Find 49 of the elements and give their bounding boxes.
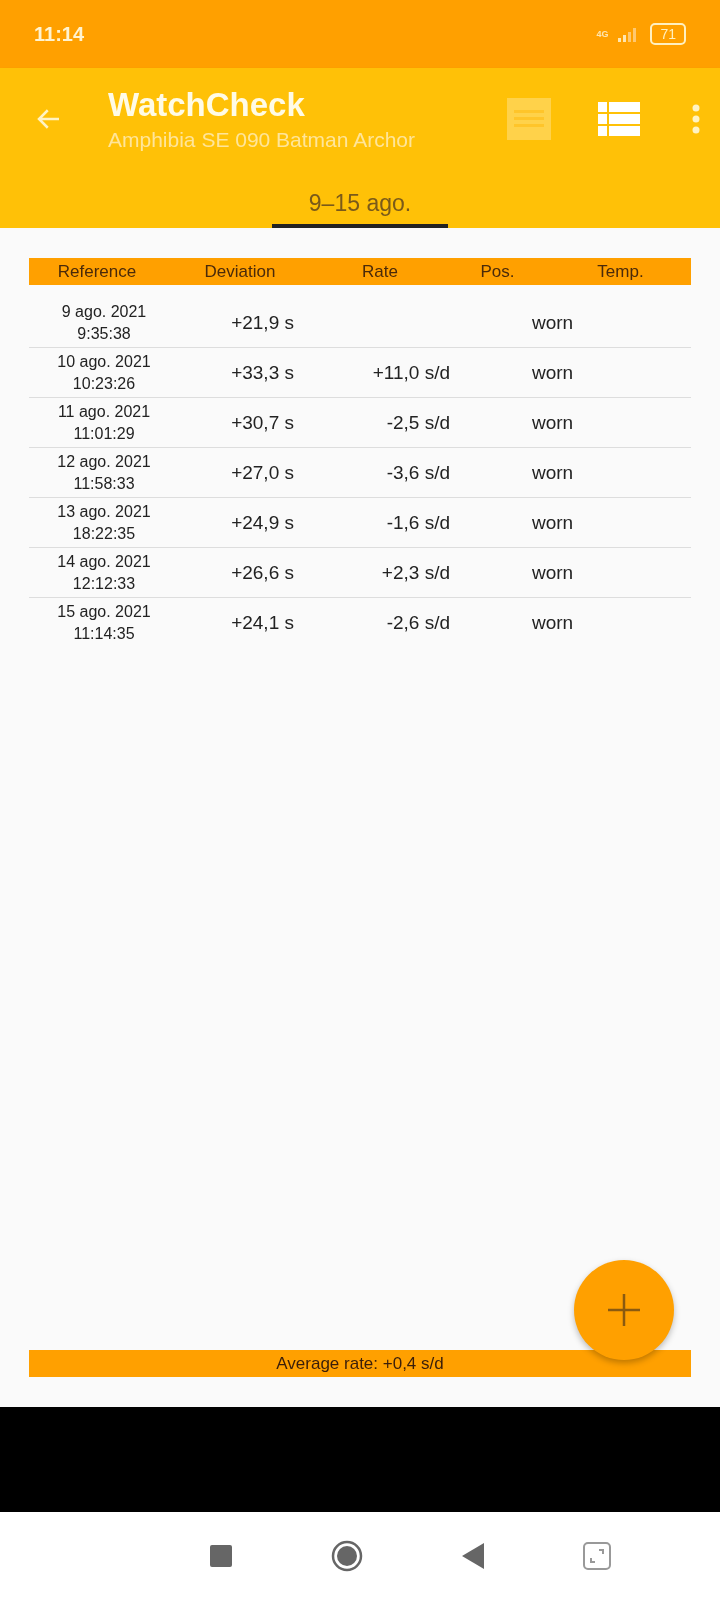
reference-cell-text: 15 ago. 2021 11:14:35 xyxy=(56,601,152,644)
table-view-button[interactable] xyxy=(598,102,640,136)
rate-cell-text: +11,0 s/d xyxy=(371,361,450,384)
status-time: 11:14 xyxy=(34,22,85,46)
network-label: 4G xyxy=(596,29,609,39)
deviation-cell-text: +33,3 s xyxy=(230,361,295,384)
deviation-cell-text: +27,0 s xyxy=(230,461,295,484)
more-button[interactable] xyxy=(692,104,700,134)
column-header: Deviation xyxy=(203,261,277,282)
rate-cell-text: -1,6 s/d xyxy=(385,511,450,534)
plus-icon xyxy=(607,1293,641,1327)
reference-cell-text: 10 ago. 2021 10:23:26 xyxy=(56,351,152,394)
battery-indicator: 71 xyxy=(650,23,686,45)
deviation-cell-text: +21,9 s xyxy=(230,311,295,334)
add-button[interactable] xyxy=(574,1260,674,1360)
column-header: Rate xyxy=(361,261,399,282)
deviation-cell-text: +24,1 s xyxy=(230,611,295,634)
position-cell-text: worn xyxy=(531,411,575,434)
reference-cell-text: 9 ago. 2021 9:35:38 xyxy=(60,301,148,344)
position-cell-text: worn xyxy=(531,361,575,384)
position-cell-text: worn xyxy=(531,461,575,484)
home-icon[interactable] xyxy=(330,1540,363,1572)
expand-icon[interactable] xyxy=(582,1542,611,1570)
deviation-cell-text: +24,9 s xyxy=(230,511,295,534)
rate-cell-text: -3,6 s/d xyxy=(385,461,450,484)
reference-cell-text: 11 ago. 2021 11:01:29 xyxy=(56,401,152,444)
reference-cell-text: 12 ago. 2021 11:58:33 xyxy=(56,451,152,494)
square-icon[interactable] xyxy=(209,1545,232,1567)
list-icon xyxy=(506,97,552,141)
reference-cell-text: 14 ago. 2021 12:12:33 xyxy=(56,551,152,594)
column-header: Pos. xyxy=(479,261,516,282)
rate-cell-text: -2,5 s/d xyxy=(385,411,450,434)
position-cell-text: worn xyxy=(531,611,575,634)
back-triangle-icon[interactable] xyxy=(461,1543,484,1569)
app-subtitle: Amphibia SE 090 Batman Archor xyxy=(108,128,416,152)
rate-cell-text: +2,3 s/d xyxy=(380,561,450,584)
table-icon xyxy=(598,102,640,136)
deviation-cell-text: +30,7 s xyxy=(230,411,295,434)
app-title: WatchCheck xyxy=(108,86,306,124)
deviation-cell-text: +26,6 s xyxy=(230,561,295,584)
rate-cell-text: -2,6 s/d xyxy=(385,611,450,634)
column-header: Temp. xyxy=(596,261,645,282)
position-cell-text: worn xyxy=(531,561,575,584)
position-cell-text: worn xyxy=(531,511,575,534)
position-cell-text: worn xyxy=(531,311,575,334)
more-icon xyxy=(692,104,700,134)
reference-cell-text: 13 ago. 2021 18:22:35 xyxy=(56,501,152,544)
average-rate-text: Average rate: +0,4 s/d xyxy=(276,1353,444,1374)
column-header: Reference xyxy=(56,261,138,282)
